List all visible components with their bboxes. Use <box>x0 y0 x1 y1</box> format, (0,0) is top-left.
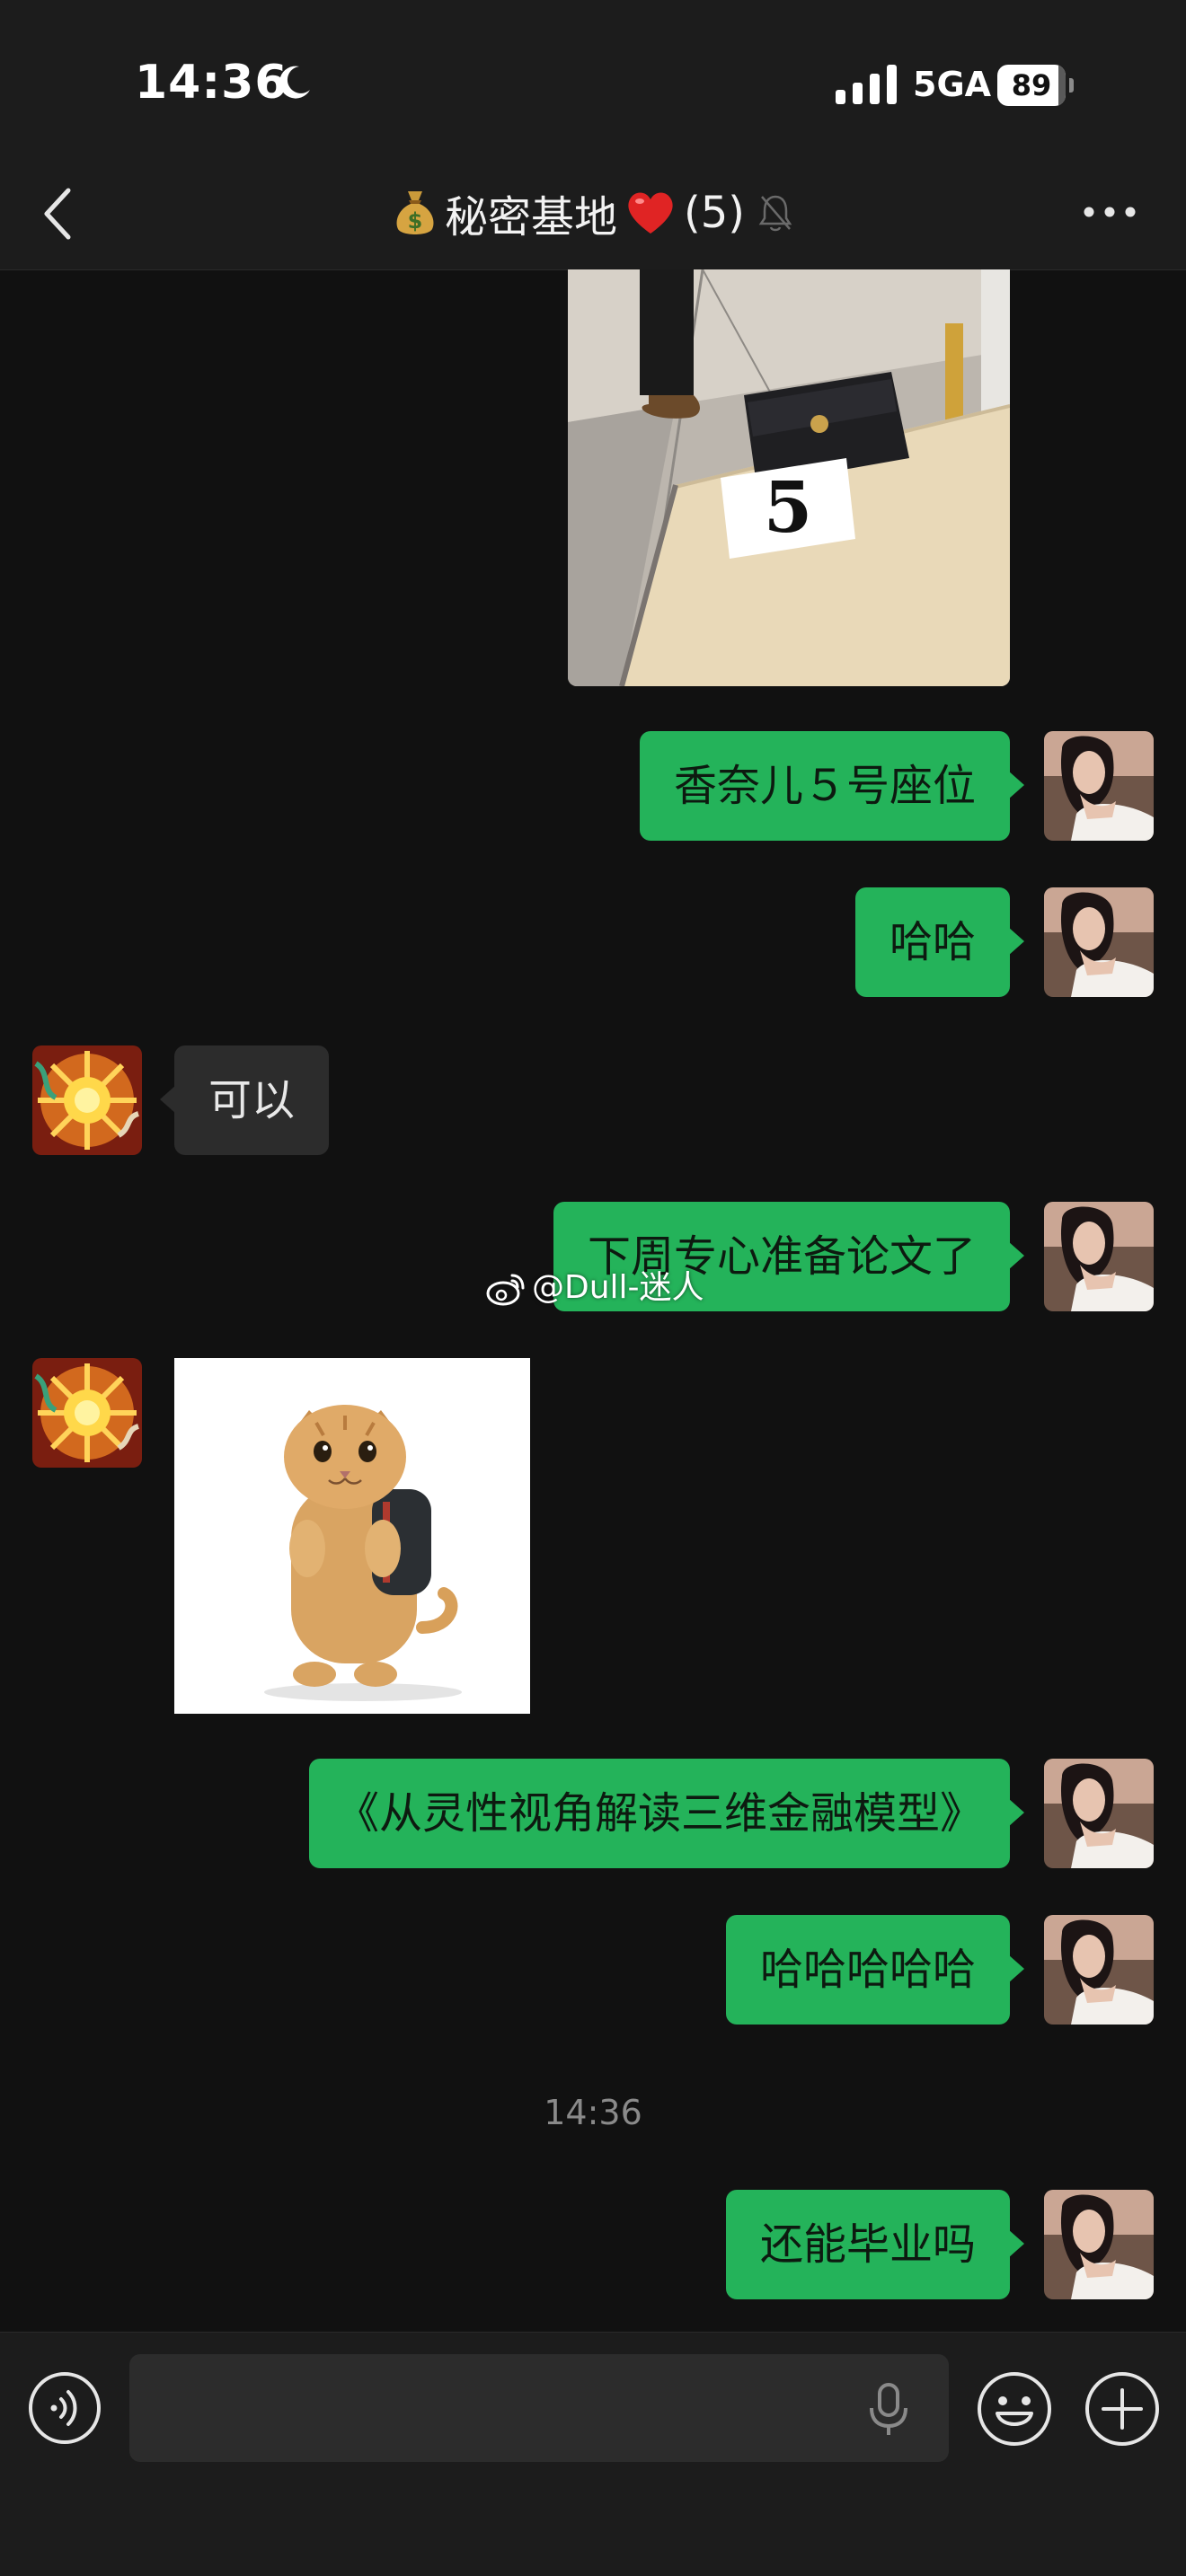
plus-icon[interactable] <box>1084 2370 1161 2448</box>
mute-bell-icon <box>758 195 792 232</box>
input-bar <box>0 2332 1186 2576</box>
own-avatar[interactable] <box>1044 1202 1154 1311</box>
message-bubble-sent[interactable]: 还能毕业吗 <box>725 2190 1025 2299</box>
own-avatar[interactable] <box>1044 2190 1154 2299</box>
woman-portrait-avatar <box>1044 1202 1154 1311</box>
seat-number: 5 <box>764 467 812 549</box>
message-bubble-sent[interactable]: 香奈儿５号座位 <box>639 731 1025 841</box>
member-count: (5) <box>684 188 745 238</box>
svg-text:$: $ <box>408 208 423 234</box>
cat-with-backpack-sticker <box>174 1358 530 1714</box>
chat-header: $ 秘密基地 (5) <box>0 162 1186 270</box>
weibo-icon <box>486 1274 525 1306</box>
status-time: 14:36 <box>135 56 288 110</box>
network-label: 5GA <box>913 65 992 104</box>
moon-icon <box>279 66 310 99</box>
battery-indicator: 89 <box>997 65 1074 106</box>
message-bubble-sent[interactable]: 《从灵性视角解读三维金融模型》 <box>308 1759 1025 1868</box>
golden-dragon-sun-avatar <box>32 1045 142 1155</box>
chanel-wallet-photo: 5 <box>568 269 1010 686</box>
more-icon[interactable] <box>1082 203 1137 221</box>
message-list[interactable]: 5 香奈儿５号座位 哈哈 可以 下周专心准备论文了 @Dull-迷人 《从灵性视… <box>0 269 1186 2332</box>
mic-icon[interactable] <box>866 2381 911 2437</box>
message-bubble-received[interactable]: 可以 <box>159 1045 330 1155</box>
woman-portrait-avatar <box>1044 731 1154 841</box>
contact-avatar[interactable] <box>32 1045 142 1155</box>
message-bubble-sent[interactable]: 哈哈哈哈哈 <box>725 1915 1025 2025</box>
woman-portrait-avatar <box>1044 2190 1154 2299</box>
weibo-watermark: @Dull-迷人 <box>485 1265 704 1311</box>
own-avatar[interactable] <box>1044 1915 1154 2025</box>
status-bar: 14:36 5GA 89 <box>0 0 1186 162</box>
woman-portrait-avatar <box>1044 887 1154 997</box>
money-bag-icon: $ <box>396 191 434 234</box>
battery-tip <box>1069 78 1074 93</box>
sticker-message[interactable] <box>174 1358 530 1714</box>
chat-screen: 14:36 5GA 89 $ 秘密基地 (5) 5 香奈儿５号座位 哈哈 可以 … <box>0 0 1186 2576</box>
own-avatar[interactable] <box>1044 887 1154 997</box>
message-timestamp: 14:36 <box>544 2093 642 2132</box>
voice-icon[interactable] <box>27 2370 102 2446</box>
watermark-text: @Dull-迷人 <box>532 1269 704 1306</box>
woman-portrait-avatar <box>1044 1915 1154 2025</box>
woman-portrait-avatar <box>1044 1759 1154 1868</box>
battery-percent: 89 <box>1011 68 1052 102</box>
chat-title[interactable]: $ 秘密基地 (5) <box>0 181 1186 249</box>
emoji-icon[interactable] <box>976 2370 1053 2448</box>
own-avatar[interactable] <box>1044 1759 1154 1868</box>
heart-icon <box>628 192 673 234</box>
contact-avatar[interactable] <box>32 1358 142 1468</box>
signal-icon <box>836 65 897 104</box>
message-bubble-sent[interactable]: 哈哈 <box>854 887 1025 997</box>
chat-title-text: 秘密基地 <box>444 192 617 243</box>
golden-dragon-sun-avatar <box>32 1358 142 1468</box>
sent-photo-message[interactable]: 5 <box>568 269 1010 686</box>
message-input[interactable] <box>129 2354 949 2462</box>
own-avatar[interactable] <box>1044 731 1154 841</box>
